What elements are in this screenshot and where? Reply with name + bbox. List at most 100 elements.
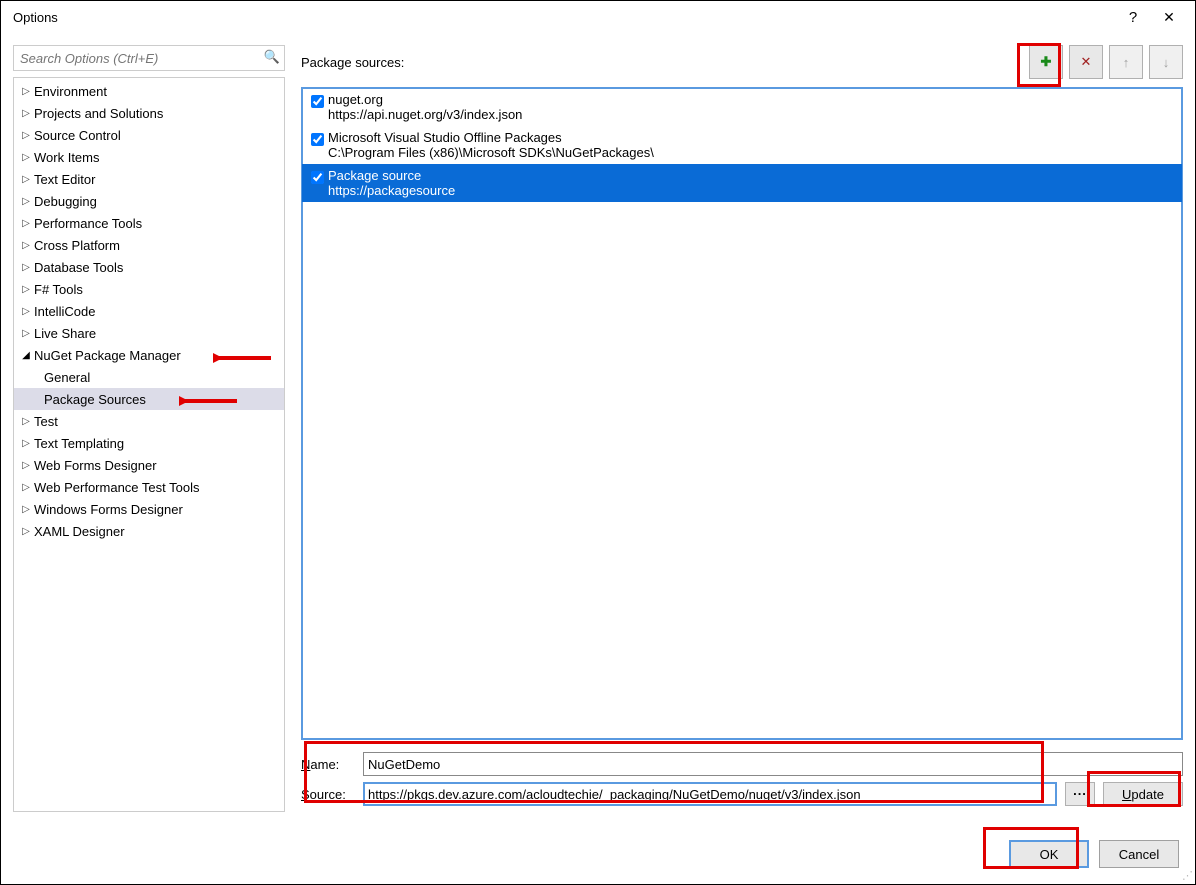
source-row[interactable]: Microsoft Visual Studio Offline Packages…	[302, 126, 1182, 164]
options-sidebar: 🔍 ▷Environment▷Projects and Solutions▷So…	[13, 45, 285, 812]
chevron-right-icon[interactable]: ▷	[20, 86, 32, 97]
tree-item-label: Cross Platform	[32, 238, 120, 253]
dialog-footer: OK Cancel	[1009, 840, 1179, 868]
tree-item-label: Web Forms Designer	[32, 458, 157, 473]
source-checkbox[interactable]	[311, 171, 324, 184]
chevron-right-icon[interactable]: ▷	[20, 438, 32, 449]
source-row[interactable]: nuget.orghttps://api.nuget.org/v3/index.…	[302, 88, 1182, 126]
main-panel: Package sources: ✚ ✕ ↑ ↓ nuget.orghttps:…	[301, 45, 1183, 812]
tree-child-general[interactable]: General	[14, 366, 284, 388]
tree-child-package-sources[interactable]: Package Sources	[14, 388, 284, 410]
close-button[interactable]: ✕	[1151, 9, 1187, 26]
tree-item-live-share[interactable]: ▷Live Share	[14, 322, 284, 344]
chevron-right-icon[interactable]: ▷	[20, 306, 32, 317]
chevron-right-icon[interactable]: ▷	[20, 504, 32, 515]
source-row[interactable]: Package sourcehttps://packagesource	[302, 164, 1182, 202]
tree-item-label: Database Tools	[32, 260, 123, 275]
tree-item-label: Projects and Solutions	[32, 106, 163, 121]
add-source-button[interactable]: ✚	[1029, 45, 1063, 79]
resize-grip-icon[interactable]: ⋰	[1182, 869, 1193, 882]
x-icon: ✕	[1081, 54, 1092, 70]
chevron-right-icon[interactable]: ▷	[20, 240, 32, 251]
tree-item-performance-tools[interactable]: ▷Performance Tools	[14, 212, 284, 234]
chevron-right-icon[interactable]: ▷	[20, 284, 32, 295]
tree-item-label: Live Share	[32, 326, 96, 341]
package-source-list[interactable]: nuget.orghttps://api.nuget.org/v3/index.…	[301, 87, 1183, 740]
source-url: https://packagesource	[328, 183, 1174, 198]
tree-item-label: F# Tools	[32, 282, 83, 297]
source-checkbox[interactable]	[311, 133, 324, 146]
move-down-button[interactable]: ↓	[1149, 45, 1183, 79]
tree-item-projects-and-solutions[interactable]: ▷Projects and Solutions	[14, 102, 284, 124]
window-title: Options	[9, 10, 1115, 25]
tree-item-windows-forms-designer[interactable]: ▷Windows Forms Designer	[14, 498, 284, 520]
tree-item-cross-platform[interactable]: ▷Cross Platform	[14, 234, 284, 256]
source-name: Microsoft Visual Studio Offline Packages	[328, 130, 1174, 145]
tree-item-label: Test	[32, 414, 58, 429]
chevron-right-icon[interactable]: ▷	[20, 526, 32, 537]
chevron-right-icon[interactable]: ▷	[20, 196, 32, 207]
chevron-right-icon[interactable]: ▷	[20, 152, 32, 163]
tree-item-work-items[interactable]: ▷Work Items	[14, 146, 284, 168]
chevron-right-icon[interactable]: ▷	[20, 262, 32, 273]
tree-item-source-control[interactable]: ▷Source Control	[14, 124, 284, 146]
search-icon: 🔍	[264, 49, 280, 65]
chevron-right-icon[interactable]: ▷	[20, 460, 32, 471]
chevron-down-icon[interactable]: ◢	[20, 350, 32, 361]
sources-toolbar: ✚ ✕ ↑ ↓	[1029, 45, 1183, 79]
plus-icon: ✚	[1041, 54, 1052, 70]
source-label: Source:	[301, 787, 355, 802]
source-url: C:\Program Files (x86)\Microsoft SDKs\Nu…	[328, 145, 1174, 160]
tree-item-database-tools[interactable]: ▷Database Tools	[14, 256, 284, 278]
tree-item-web-performance-test-tools[interactable]: ▷Web Performance Test Tools	[14, 476, 284, 498]
tree-item-debugging[interactable]: ▷Debugging	[14, 190, 284, 212]
tree-item-environment[interactable]: ▷Environment	[14, 80, 284, 102]
tree-item-web-forms-designer[interactable]: ▷Web Forms Designer	[14, 454, 284, 476]
tree-item-label: Web Performance Test Tools	[32, 480, 199, 495]
cancel-button[interactable]: Cancel	[1099, 840, 1179, 868]
source-checkbox[interactable]	[311, 95, 324, 108]
arrow-up-icon: ↑	[1123, 55, 1130, 70]
source-url: https://api.nuget.org/v3/index.json	[328, 107, 1174, 122]
tree-item-label: Debugging	[32, 194, 97, 209]
tree-item-label: Environment	[32, 84, 107, 99]
update-button[interactable]: Update	[1103, 782, 1183, 806]
tree-item-label: Source Control	[32, 128, 121, 143]
remove-source-button[interactable]: ✕	[1069, 45, 1103, 79]
title-bar: Options ? ✕	[1, 1, 1195, 33]
tree-item-label: Work Items	[32, 150, 100, 165]
chevron-right-icon[interactable]: ▷	[20, 416, 32, 427]
tree-item-label: Text Editor	[32, 172, 95, 187]
tree-item-xaml-designer[interactable]: ▷XAML Designer	[14, 520, 284, 542]
chevron-right-icon[interactable]: ▷	[20, 174, 32, 185]
tree-item-label: XAML Designer	[32, 524, 125, 539]
tree-item-label: Windows Forms Designer	[32, 502, 183, 517]
name-input[interactable]	[363, 752, 1183, 776]
chevron-right-icon[interactable]: ▷	[20, 218, 32, 229]
tree-item-label: NuGet Package Manager	[32, 348, 181, 363]
tree-item-label: IntelliCode	[32, 304, 95, 319]
tree-item-text-editor[interactable]: ▷Text Editor	[14, 168, 284, 190]
browse-button[interactable]: ...	[1065, 782, 1095, 806]
arrow-down-icon: ↓	[1163, 55, 1170, 70]
tree-item-f-tools[interactable]: ▷F# Tools	[14, 278, 284, 300]
source-edit-area: Name: Source: ... Update	[301, 752, 1183, 812]
tree-item-test[interactable]: ▷Test	[14, 410, 284, 432]
help-button[interactable]: ?	[1115, 9, 1151, 26]
chevron-right-icon[interactable]: ▷	[20, 108, 32, 119]
package-sources-label: Package sources:	[301, 55, 1029, 70]
tree-item-nuget-package-manager[interactable]: ◢NuGet Package Manager	[14, 344, 284, 366]
tree-item-text-templating[interactable]: ▷Text Templating	[14, 432, 284, 454]
options-tree[interactable]: ▷Environment▷Projects and Solutions▷Sour…	[13, 77, 285, 812]
ok-button[interactable]: OK	[1009, 840, 1089, 868]
source-input[interactable]	[363, 782, 1057, 806]
chevron-right-icon[interactable]: ▷	[20, 130, 32, 141]
source-name: Package source	[328, 168, 1174, 183]
tree-item-label: Performance Tools	[32, 216, 142, 231]
chevron-right-icon[interactable]: ▷	[20, 482, 32, 493]
search-box[interactable]: 🔍	[13, 45, 285, 71]
tree-item-intellicode[interactable]: ▷IntelliCode	[14, 300, 284, 322]
move-up-button[interactable]: ↑	[1109, 45, 1143, 79]
chevron-right-icon[interactable]: ▷	[20, 328, 32, 339]
search-input[interactable]	[14, 46, 284, 70]
